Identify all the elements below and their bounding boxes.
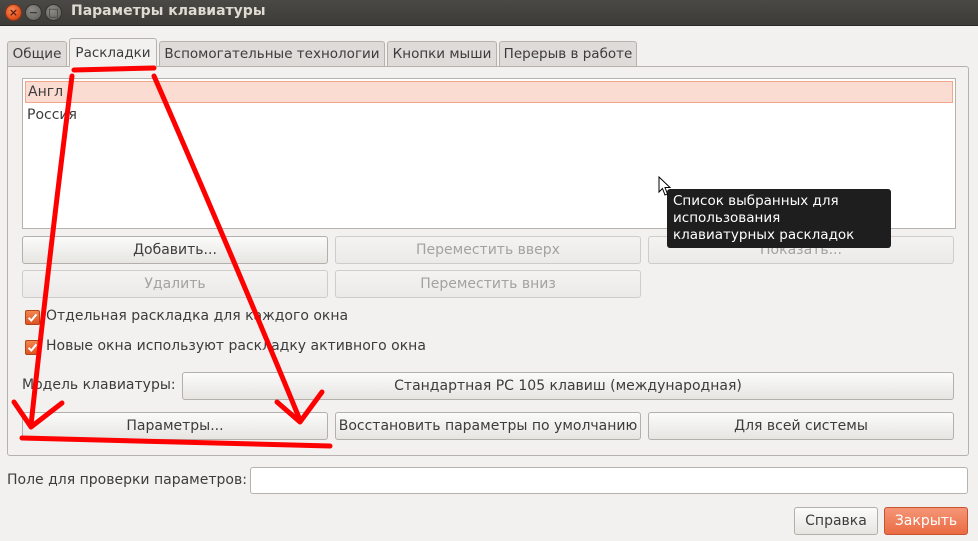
separate-layout-checkbox[interactable] xyxy=(25,310,40,325)
add-layout-button[interactable]: Добавить... xyxy=(22,236,328,264)
move-up-button[interactable]: Переместить вверх xyxy=(335,236,641,264)
system-wide-button[interactable]: Для всей системы xyxy=(648,412,954,440)
move-down-button[interactable]: Переместить вниз xyxy=(335,270,641,298)
reset-defaults-button[interactable]: Восстановить параметры по умолчанию xyxy=(335,412,641,440)
test-input[interactable] xyxy=(250,467,968,494)
tab-typing-break[interactable]: Перерыв в работе xyxy=(499,41,637,66)
minimize-window-button[interactable]: − xyxy=(25,4,42,21)
close-icon: × xyxy=(8,6,19,19)
help-button[interactable]: Справка xyxy=(794,507,878,535)
layouts-tooltip: Список выбранных для использования клави… xyxy=(667,189,891,248)
separate-layout-label: Отдельная раскладка для каждого окна xyxy=(46,308,349,324)
keyboard-model-button[interactable]: Стандартная PC 105 клавиш (международная… xyxy=(182,372,954,400)
keyboard-model-label: Модель клавиатуры: xyxy=(22,377,176,393)
tab-mouse-keys[interactable]: Кнопки мыши xyxy=(387,41,497,66)
tab-layouts[interactable]: Раскладки xyxy=(69,38,157,67)
maximize-icon: □ xyxy=(48,6,59,19)
list-item[interactable]: Россия xyxy=(25,104,953,126)
layout-options-button[interactable]: Параметры... xyxy=(22,412,328,440)
close-button[interactable]: Закрыть xyxy=(884,507,968,535)
new-windows-layout-label: Новые окна используют раскладку активног… xyxy=(46,338,426,354)
remove-layout-button[interactable]: Удалить xyxy=(22,270,328,298)
window-title: Параметры клавиатуры xyxy=(71,3,266,19)
test-field-label: Поле для проверки параметров: xyxy=(7,472,247,488)
list-item[interactable]: Англ xyxy=(25,81,953,103)
minimize-icon: − xyxy=(28,6,39,19)
tab-accessibility[interactable]: Вспомогательные технологии xyxy=(159,41,385,66)
tab-general[interactable]: Общие xyxy=(7,41,67,66)
new-windows-layout-checkbox[interactable] xyxy=(25,340,40,355)
maximize-window-button[interactable]: □ xyxy=(45,4,62,21)
checkmark-icon xyxy=(27,343,38,352)
close-window-button[interactable]: × xyxy=(5,4,22,21)
checkmark-icon xyxy=(27,313,38,322)
mouse-cursor-icon xyxy=(658,176,672,196)
title-bar: × − □ Параметры клавиатуры xyxy=(0,0,978,26)
